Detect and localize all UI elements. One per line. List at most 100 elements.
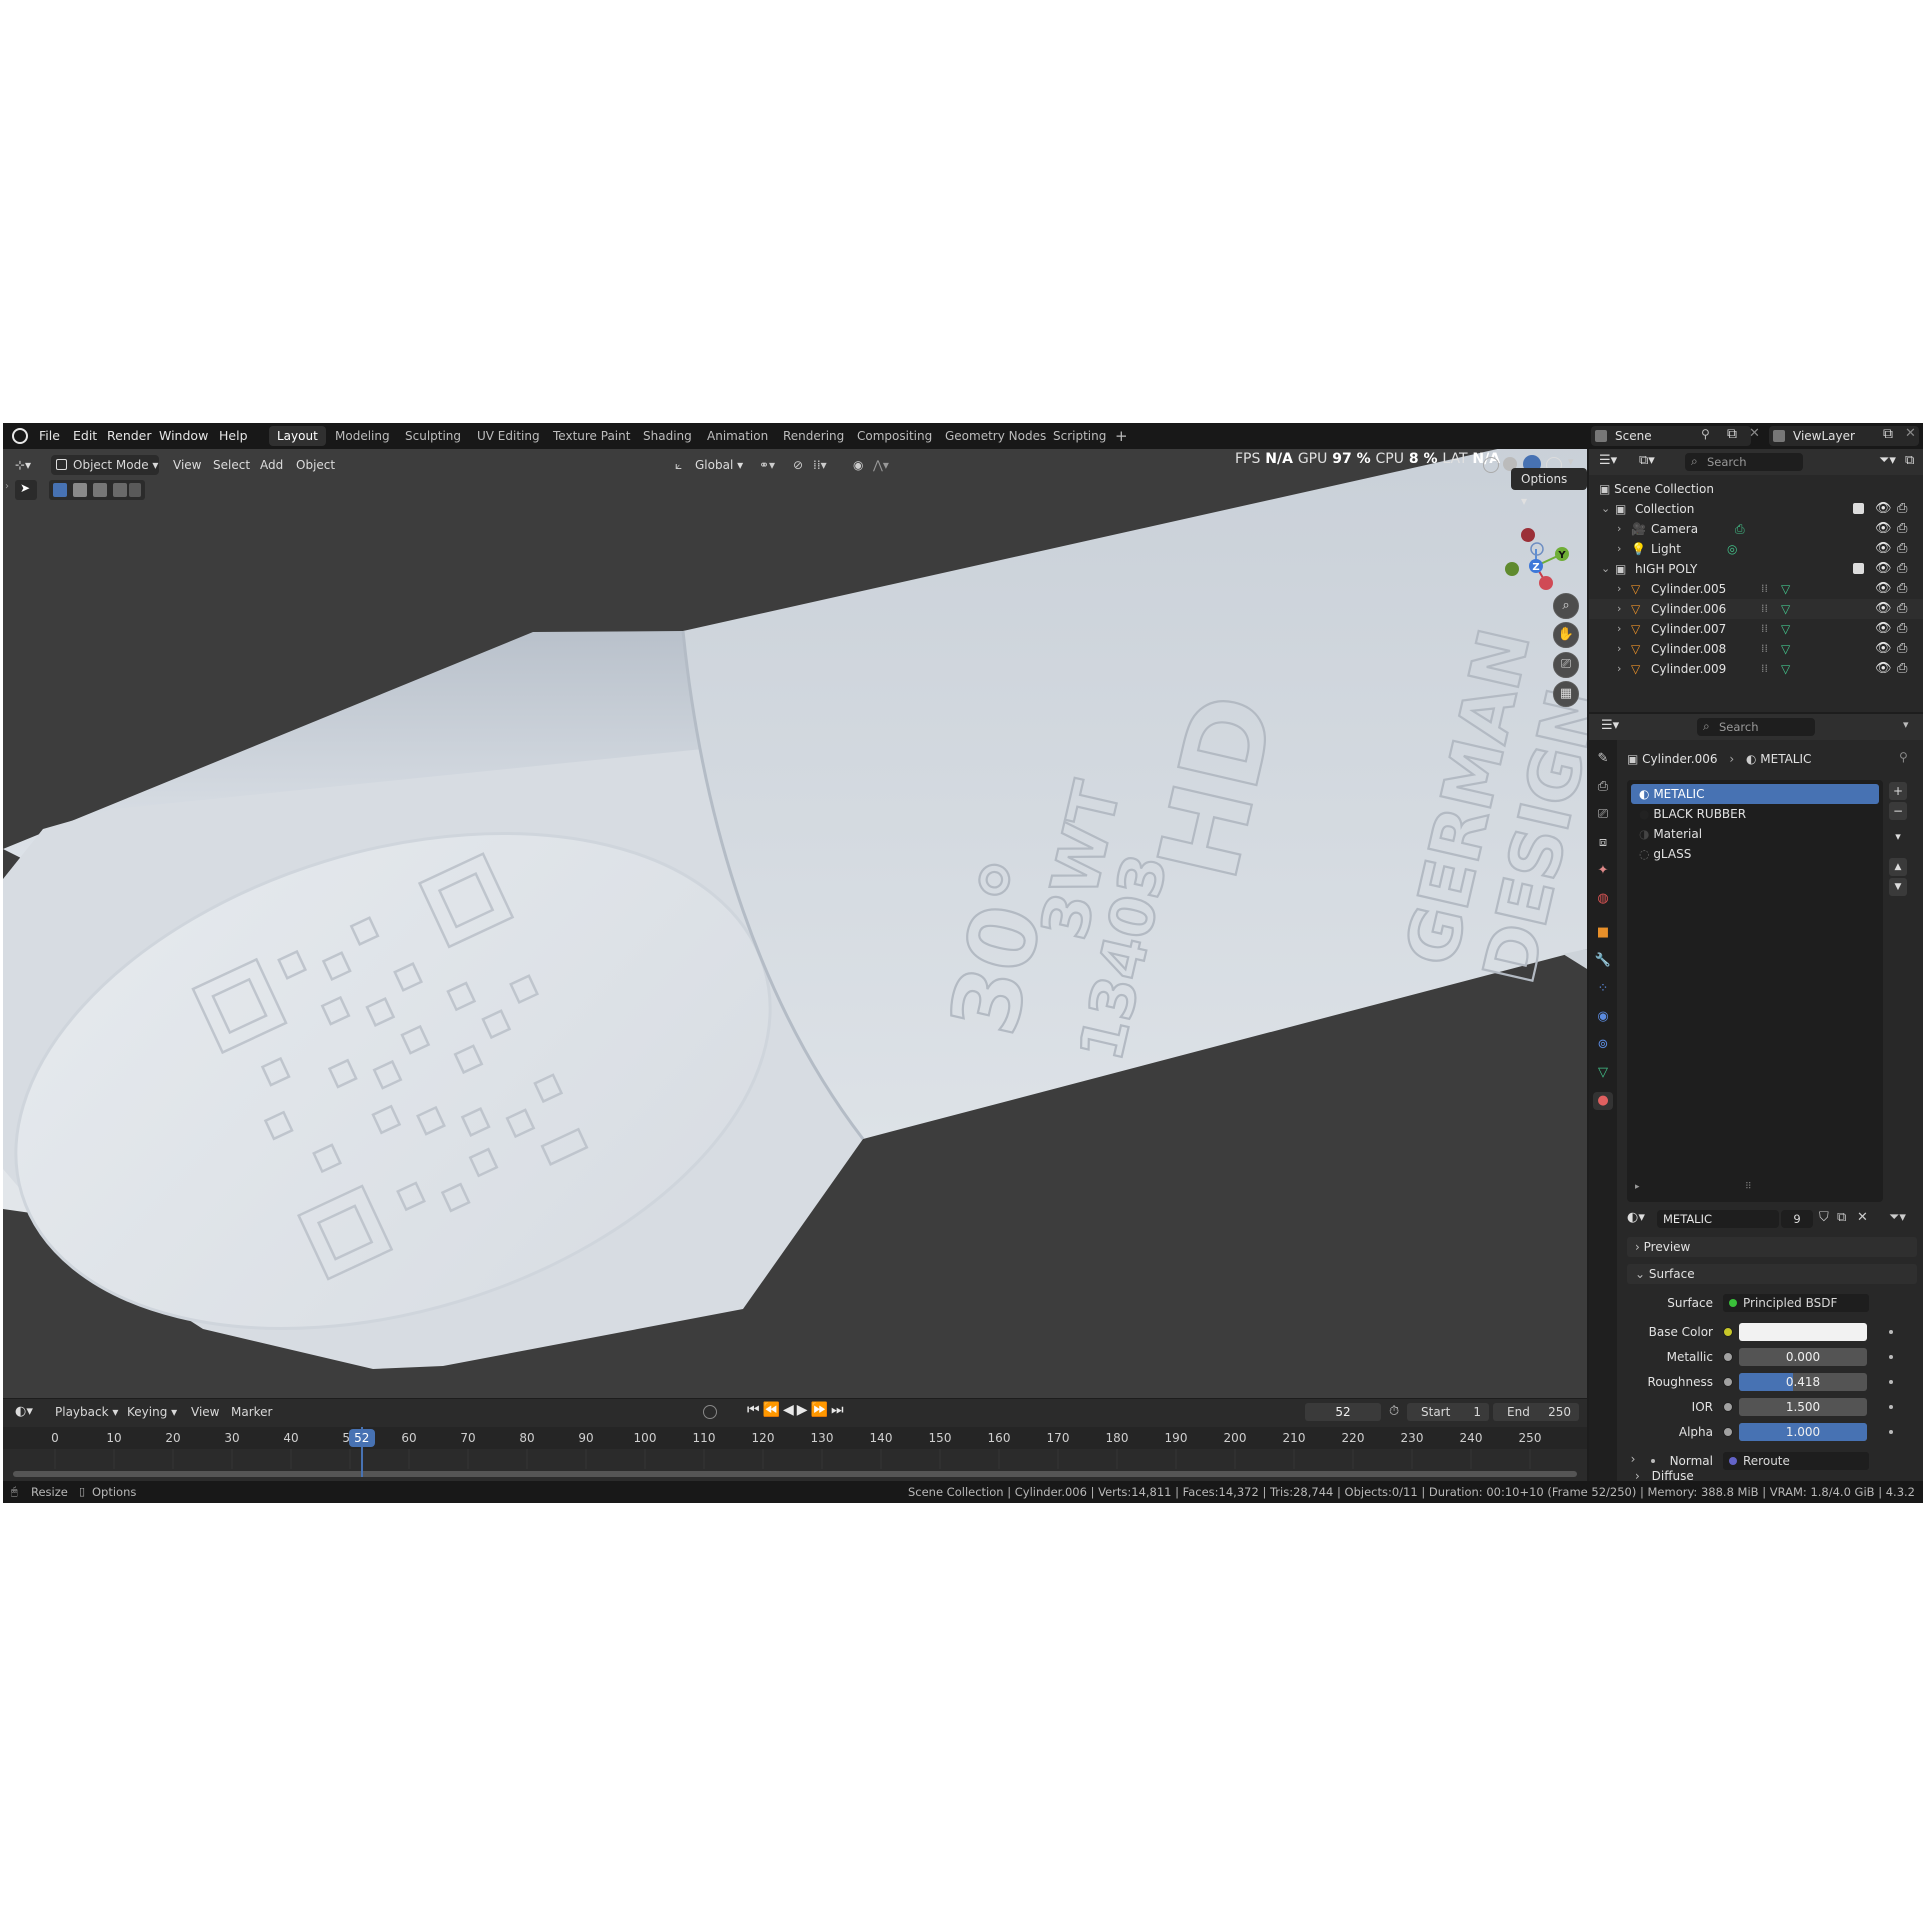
outliner-item[interactable]: › ▽ Cylinder.006 ⁞⁞ ▽ 👁 ⎙ bbox=[1589, 599, 1923, 619]
shading-options-icon[interactable]: ▾ bbox=[1568, 455, 1574, 468]
gizmo-neg-y[interactable] bbox=[1505, 562, 1519, 576]
render-camera-icon[interactable]: ⎙ bbox=[1897, 499, 1907, 519]
menu-render[interactable]: Render bbox=[107, 423, 152, 449]
add-slot-button[interactable]: + bbox=[1889, 782, 1907, 800]
zoom-icon[interactable]: ⌕ bbox=[1553, 593, 1579, 619]
animate-property-dot[interactable] bbox=[1889, 1430, 1893, 1434]
pan-hand-icon[interactable]: ✋ bbox=[1553, 622, 1579, 648]
tab-sculpting[interactable]: Sculpting bbox=[397, 426, 469, 446]
timeline-editor-type-icon[interactable]: ◐▾ bbox=[15, 1404, 33, 1419]
material-user-count[interactable]: 9 bbox=[1781, 1210, 1813, 1228]
playback-controls[interactable]: ⏮⏪◀▶⏩⏭ bbox=[747, 1402, 847, 1418]
param-socket-icon[interactable] bbox=[1723, 1377, 1733, 1387]
view-layer-selector[interactable]: ViewLayer bbox=[1769, 426, 1919, 446]
material-slot-list[interactable]: ◐ METALIC ● BLACK RUBBER ◑ Material ◌ gL… bbox=[1627, 780, 1883, 1202]
timeline-scrollbar[interactable] bbox=[13, 1471, 1577, 1477]
selection-mode-group[interactable] bbox=[49, 480, 145, 500]
menu-object[interactable]: Object bbox=[296, 455, 335, 475]
timeline-menu-view[interactable]: View bbox=[191, 1405, 219, 1419]
current-frame-field[interactable]: 52 bbox=[1305, 1403, 1381, 1421]
visibility-eye-icon[interactable]: 👁 bbox=[1875, 539, 1892, 559]
slot-item-material[interactable]: ◑ Material bbox=[1631, 824, 1879, 844]
view-layer-tab-icon[interactable]: ⧈ bbox=[1593, 834, 1613, 852]
select-subtract-icon[interactable] bbox=[93, 483, 107, 497]
list-resize-handle[interactable]: ⠿ bbox=[1745, 1182, 1752, 1192]
select-invert-icon[interactable] bbox=[113, 483, 127, 497]
remove-slot-button[interactable]: − bbox=[1889, 802, 1907, 820]
menu-file[interactable]: File bbox=[39, 423, 60, 449]
tab-animation[interactable]: Animation bbox=[699, 426, 776, 446]
param-slider[interactable]: 0.418 bbox=[1739, 1373, 1867, 1391]
outliner-item[interactable]: › ▽ Cylinder.008 ⁞⁞ ▽ 👁 ⎙ bbox=[1589, 639, 1923, 659]
tab-geometry-nodes[interactable]: Geometry Nodes bbox=[937, 426, 1054, 446]
visibility-eye-icon[interactable]: 👁 bbox=[1875, 559, 1892, 579]
tab-compositing[interactable]: Compositing bbox=[849, 426, 940, 446]
visibility-eye-icon[interactable]: 👁 bbox=[1875, 599, 1892, 619]
properties-panel[interactable]: ☰▾ Search ⌕ ▾ ✎ ⎙ ⎚ ⧈ ✦ ◍ ■ 🔧 ⁘ ◉ ⊚ ▽ ● … bbox=[1589, 714, 1923, 1483]
menu-add[interactable]: Add bbox=[260, 455, 283, 475]
properties-editor-icon[interactable]: ☰▾ bbox=[1601, 718, 1619, 733]
stopwatch-icon[interactable]: ⏱ bbox=[1389, 1404, 1399, 1419]
pivot-icon[interactable]: ⚭▾ bbox=[759, 455, 775, 475]
end-frame-field[interactable]: End 250 bbox=[1493, 1403, 1579, 1421]
material-tab-icon[interactable]: ● bbox=[1593, 1092, 1613, 1110]
param-slider[interactable]: 1.500 bbox=[1739, 1398, 1867, 1416]
outliner-item[interactable]: ⌄ ▣ hIGH POLY 👁 ⎙ bbox=[1589, 559, 1923, 579]
surface-shader-dropdown[interactable]: Principled BSDF bbox=[1723, 1294, 1869, 1312]
display-mode-icon[interactable]: ⧉▾ bbox=[1639, 453, 1655, 468]
visibility-eye-icon[interactable]: 👁 bbox=[1875, 659, 1892, 679]
tab-layout[interactable]: Layout bbox=[269, 426, 326, 446]
exclude-checkbox[interactable] bbox=[1853, 503, 1864, 514]
node-tree-icon[interactable]: ⏷▾ bbox=[1889, 1210, 1906, 1225]
unlink-material-icon[interactable]: ✕ bbox=[1857, 1210, 1868, 1225]
timeline-editor[interactable]: ◐▾ Playback ▾ Keying ▾ View Marker ⏮⏪◀▶⏩… bbox=[3, 1399, 1587, 1481]
navigation-gizmo[interactable]: Y Z bbox=[1491, 509, 1581, 599]
fake-user-shield-icon[interactable]: ⛉ bbox=[1819, 1210, 1829, 1225]
wireframe-shading-icon[interactable] bbox=[1483, 457, 1499, 473]
select-intersect-icon[interactable] bbox=[129, 483, 141, 497]
param-socket-icon[interactable] bbox=[1723, 1327, 1733, 1337]
visibility-eye-icon[interactable]: 👁 bbox=[1875, 519, 1892, 539]
new-collection-icon[interactable]: ⧉ bbox=[1905, 453, 1914, 468]
slot-item-glass[interactable]: ◌ gLASS bbox=[1631, 844, 1879, 864]
properties-options-icon[interactable]: ▾ bbox=[1903, 718, 1909, 731]
preview-section-header[interactable]: › Preview bbox=[1627, 1237, 1917, 1257]
material-name-field[interactable]: METALIC bbox=[1657, 1210, 1779, 1228]
object-tab-icon[interactable]: ■ bbox=[1593, 924, 1613, 942]
animate-property-dot[interactable] bbox=[1889, 1355, 1893, 1359]
transform-orientation-dropdown[interactable]: Global ▾ bbox=[695, 455, 743, 475]
snap-target-icon[interactable]: ⁞⁞▾ bbox=[813, 455, 827, 475]
outliner-item[interactable]: › 💡 Light ◎ 👁 ⎙ bbox=[1589, 539, 1923, 559]
chevron-right-icon[interactable]: › bbox=[1617, 579, 1621, 599]
outliner-root[interactable]: ▣ Scene Collection bbox=[1599, 479, 1919, 499]
tab-uv-editing[interactable]: UV Editing bbox=[469, 426, 548, 446]
chevron-right-icon[interactable]: › bbox=[1617, 519, 1621, 539]
outliner-item[interactable]: › ▽ Cylinder.005 ⁞⁞ ▽ 👁 ⎙ bbox=[1589, 579, 1923, 599]
add-workspace-button[interactable]: + bbox=[1107, 426, 1136, 446]
outliner-item[interactable]: › ▽ Cylinder.009 ⁞⁞ ▽ 👁 ⎙ bbox=[1589, 659, 1923, 679]
param-socket-icon[interactable] bbox=[1723, 1427, 1733, 1437]
render-camera-icon[interactable]: ⎙ bbox=[1897, 579, 1907, 599]
menu-playback[interactable]: Playback ▾ bbox=[55, 1405, 118, 1419]
chevron-down-icon[interactable]: ⌄ bbox=[1601, 499, 1610, 519]
tab-scripting[interactable]: Scripting bbox=[1045, 426, 1114, 446]
blender-logo-icon[interactable] bbox=[12, 428, 28, 444]
chevron-right-icon[interactable]: › bbox=[1617, 639, 1621, 659]
mode-dropdown[interactable]: Object Mode ▾ bbox=[51, 455, 159, 475]
tab-texture-paint[interactable]: Texture Paint bbox=[545, 426, 638, 446]
constraints-tab-icon[interactable]: ⊚ bbox=[1593, 1036, 1613, 1054]
render-camera-icon[interactable]: ⎙ bbox=[1897, 559, 1907, 579]
chevron-right-icon[interactable]: › bbox=[1617, 539, 1621, 559]
3d-viewport[interactable]: 30° 3WT 13403 HD GERMAN DESIGN ⊹▾ Object… bbox=[3, 449, 1587, 1398]
delete-view-layer-icon[interactable]: ✕ bbox=[1905, 426, 1916, 441]
render-camera-icon[interactable]: ⎙ bbox=[1897, 519, 1907, 539]
pin-icon[interactable]: ⚲ bbox=[1701, 427, 1710, 441]
gizmo-neg-x[interactable] bbox=[1521, 528, 1535, 542]
toolbar-expand-icon[interactable]: › bbox=[5, 481, 9, 492]
start-frame-field[interactable]: Start 1 bbox=[1407, 1403, 1489, 1421]
menu-keying[interactable]: Keying ▾ bbox=[127, 1405, 177, 1419]
menu-window[interactable]: Window bbox=[159, 423, 208, 449]
param-socket-icon[interactable] bbox=[1723, 1352, 1733, 1362]
particles-tab-icon[interactable]: ⁘ bbox=[1593, 980, 1613, 998]
render-tab-icon[interactable]: ⎙ bbox=[1593, 778, 1613, 796]
